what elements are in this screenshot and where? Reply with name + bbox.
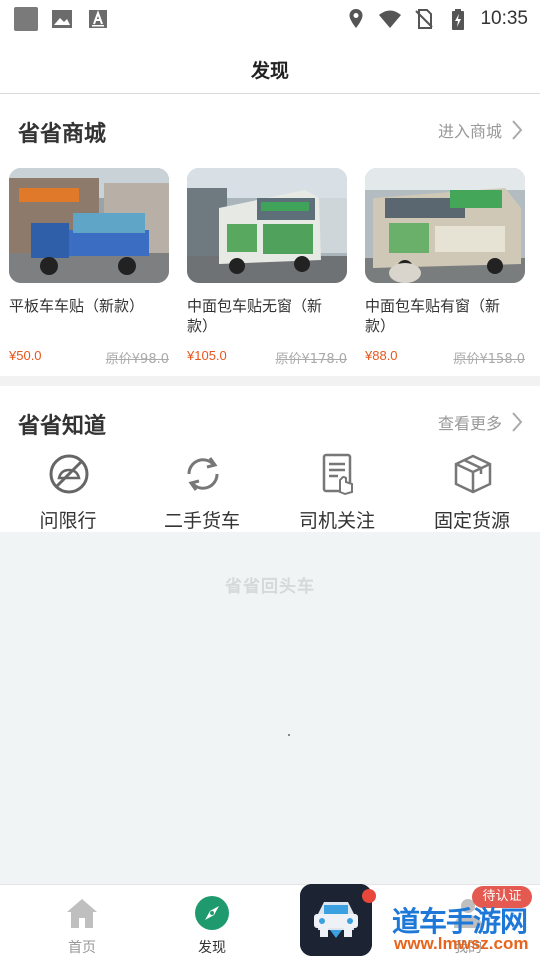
- box-icon: [454, 454, 492, 494]
- page-title: 发现: [250, 60, 289, 82]
- content-area: 省省回头车: [0, 532, 540, 884]
- product-price: ¥105.0: [187, 348, 227, 363]
- tab-home[interactable]: 首页: [42, 893, 122, 957]
- app-header: 发现: [0, 38, 540, 94]
- brand-watermark: 省省回头车: [225, 577, 315, 597]
- product-name: 中面包车贴有窗（新款）: [365, 297, 501, 335]
- mall-section-header: 省省商城 进入商城: [0, 100, 540, 154]
- knowledge-item-fixed-cargo[interactable]: 固定货源: [407, 452, 537, 532]
- no-sim-icon: [415, 9, 434, 29]
- loading-dot: [288, 734, 290, 736]
- view-more-link[interactable]: 查看更多: [438, 410, 524, 434]
- mall-title: 省省商城: [18, 122, 107, 147]
- knowledge-title: 省省知道: [18, 414, 107, 439]
- product-card[interactable]: 中面包车贴有窗（新款） ¥88.0 原价¥158.0: [365, 168, 527, 373]
- section-divider: [0, 376, 540, 386]
- location-icon: [349, 9, 363, 28]
- status-left-icons: [14, 7, 110, 31]
- knowledge-item-label: 司机关注: [298, 510, 375, 532]
- product-card[interactable]: 中面包车贴无窗（新款） ¥105.0 原价¥178.0: [187, 168, 349, 373]
- knowledge-item-label: 二手货车: [163, 510, 240, 532]
- knowledge-item-used-trucks[interactable]: 二手货车: [137, 452, 267, 532]
- product-price: ¥88.0: [365, 348, 398, 363]
- product-name: 平板车车贴（新款）: [9, 297, 145, 315]
- image-icon: [52, 10, 72, 28]
- status-right-icons: 10:35: [344, 7, 528, 31]
- view-more-label: 查看更多: [437, 414, 502, 433]
- document-hand-icon: [322, 453, 353, 496]
- tab-label: 发现: [198, 940, 226, 956]
- knowledge-section-header: 省省知道 查看更多: [0, 392, 540, 446]
- tab-discover[interactable]: 发现: [172, 893, 252, 957]
- refresh-icon: [187, 457, 219, 491]
- enter-mall-link[interactable]: 进入商城: [438, 118, 524, 142]
- status-bar: 10:35: [0, 0, 540, 38]
- enter-mall-label: 进入商城: [437, 122, 502, 141]
- tab-label: 首页: [68, 940, 96, 956]
- product-card[interactable]: 平板车车贴（新款） ¥50.0 原价¥98.0: [9, 168, 171, 373]
- knowledge-item-label: 问限行: [39, 510, 97, 532]
- product-name: 中面包车贴无窗（新款）: [187, 297, 323, 335]
- status-time: 10:35: [480, 8, 528, 29]
- site-watermark: 道车手游网 www.lmwsz.com: [392, 900, 538, 958]
- knowledge-item-traffic-restriction[interactable]: 问限行: [3, 452, 133, 532]
- chevron-right-icon: [512, 120, 523, 140]
- wifi-icon: [379, 10, 402, 28]
- chevron-right-icon: [512, 412, 523, 432]
- product-image: [187, 168, 347, 283]
- notification-dot: [362, 889, 376, 903]
- product-image: [9, 168, 169, 283]
- compass-icon: [195, 896, 229, 930]
- product-original-price: 原价¥158.0: [453, 352, 526, 367]
- app-square-icon: [14, 7, 38, 31]
- home-icon: [67, 899, 97, 928]
- product-price: ¥50.0: [9, 348, 42, 363]
- site-watermark-url: www.lmwsz.com: [394, 934, 529, 953]
- text-a-icon: [89, 10, 107, 28]
- knowledge-item-label: 固定货源: [433, 510, 510, 532]
- battery-charging-icon: [452, 9, 465, 30]
- product-image: [365, 168, 525, 283]
- knowledge-item-driver-watch[interactable]: 司机关注: [272, 452, 402, 532]
- product-original-price: 原价¥178.0: [275, 352, 348, 367]
- no-entry-icon: [49, 454, 89, 494]
- product-original-price: 原价¥98.0: [105, 352, 169, 367]
